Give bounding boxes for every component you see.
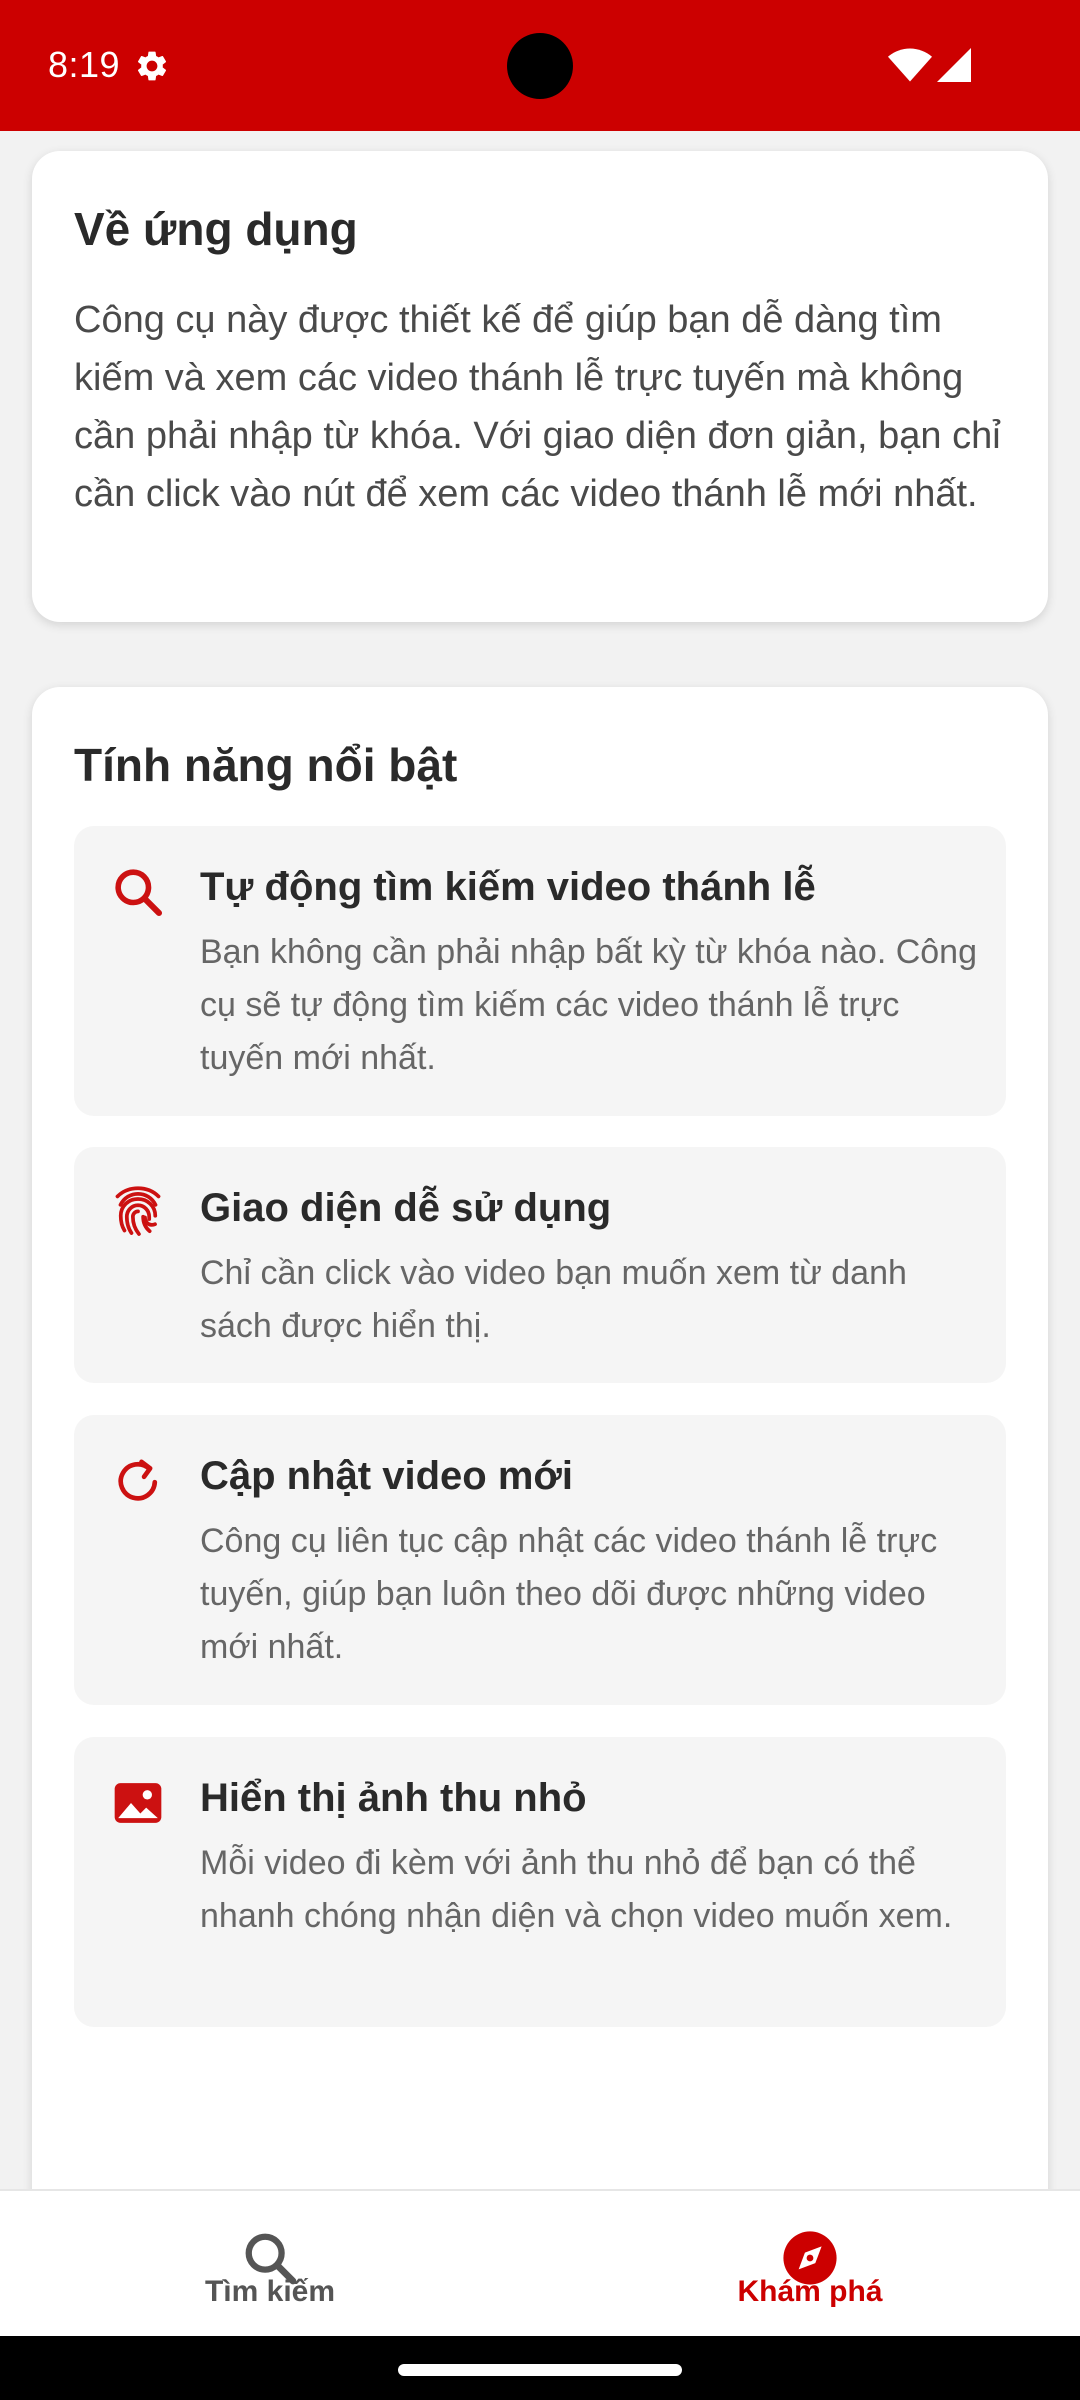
feature-item-easy-ui: Giao diện dễ sử dụng Chỉ cần click vào v… (74, 1147, 1006, 1383)
feature-desc: Bạn không cần phải nhập bất kỳ từ khóa n… (200, 933, 977, 1077)
feature-title: Hiển thị ảnh thu nhỏ (200, 1776, 587, 1820)
nav-tab-explore[interactable]: Khám phá (540, 2191, 1080, 2336)
camera-hole (507, 33, 573, 99)
feature-desc: Mỗi video đi kèm với ảnh thu nhỏ để bạn … (200, 1844, 953, 1935)
feature-desc: Chỉ cần click vào video bạn muốn xem từ … (200, 1254, 907, 1345)
about-title: Về ứng dụng (74, 203, 358, 255)
nav-label: Khám phá (737, 2275, 883, 2308)
bottom-nav: Tìm kiếm Khám phá (0, 2189, 1080, 2336)
search-icon (115, 869, 163, 917)
feature-title: Tự động tìm kiếm video thánh lễ (200, 865, 816, 909)
gesture-area (0, 2336, 1080, 2400)
status-bar: 8:19 (0, 0, 1080, 131)
signal-icon (937, 48, 971, 82)
fingerprint-icon (115, 1186, 161, 1236)
home-gesture-handle[interactable] (398, 2364, 682, 2376)
gear-icon (137, 51, 167, 81)
feature-item-auto-search: Tự động tìm kiếm video thánh lễ Bạn khôn… (74, 826, 1006, 1116)
features-title: Tính năng nổi bật (74, 739, 458, 791)
image-icon (114, 1783, 162, 1823)
feature-title: Giao diện dễ sử dụng (200, 1186, 612, 1230)
refresh-icon (118, 1459, 158, 1501)
features-card: Tính năng nổi bật Tự động tìm kiếm video… (32, 687, 1048, 2225)
main-content[interactable]: Về ứng dụng Công cụ này được thiết kế để… (0, 131, 1080, 2225)
feature-item-thumbnails: Hiển thị ảnh thu nhỏ Mỗi video đi kèm vớ… (74, 1737, 1006, 2027)
feature-desc: Công cụ liên tục cập nhật các video thán… (200, 1522, 938, 1666)
about-card: Về ứng dụng Công cụ này được thiết kế để… (32, 151, 1048, 622)
status-time: 8:19 (48, 44, 121, 85)
feature-item-update-videos: Cập nhật video mới Công cụ liên tục cập … (74, 1415, 1006, 1705)
wifi-icon (888, 48, 932, 82)
about-text: Công cụ này được thiết kế để giúp bạn dễ… (74, 299, 1001, 515)
feature-title: Cập nhật video mới (200, 1454, 573, 1498)
nav-tab-search[interactable]: Tìm kiếm (0, 2191, 540, 2336)
nav-label: Tìm kiếm (204, 2275, 336, 2308)
